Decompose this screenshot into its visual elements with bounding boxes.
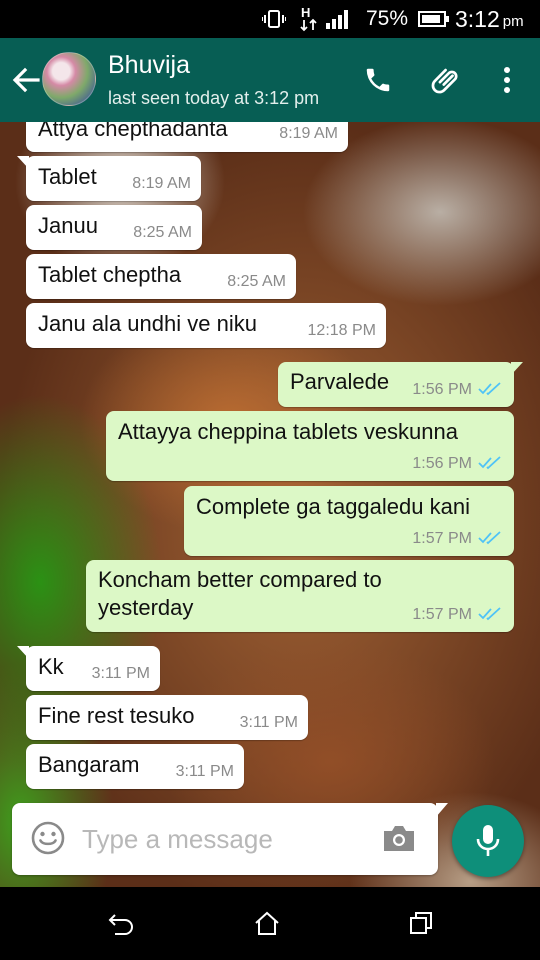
system-nav-bar <box>0 887 540 960</box>
battery-icon <box>418 0 450 38</box>
nav-home-icon <box>255 911 279 935</box>
read-ticks-icon <box>478 531 501 545</box>
read-ticks-icon <box>478 607 501 621</box>
chat-area[interactable]: Attya chepthadanta 8:19 AM Tablet 8:19 A… <box>0 122 540 887</box>
read-ticks-icon <box>478 456 501 470</box>
message-text: Kk <box>38 654 64 679</box>
clock-suffix: pm <box>502 13 524 30</box>
data-type-label: H <box>301 5 310 20</box>
message-text: Koncham better compared to <box>98 567 382 592</box>
phone-icon <box>366 68 390 92</box>
bubble-tail <box>511 362 523 375</box>
message-input-box[interactable] <box>12 803 448 875</box>
message-incoming[interactable]: Januu 8:25 AM <box>26 205 202 250</box>
vibrate-icon <box>262 0 286 38</box>
message-time: 3:11 PM <box>239 714 298 731</box>
message-text: Tablet cheptha <box>38 262 182 287</box>
message-text: Januu <box>38 213 98 238</box>
read-ticks-icon <box>478 382 501 396</box>
clock: 3:12 pm <box>455 0 524 38</box>
message-text: Fine rest tesuko <box>38 703 195 728</box>
mic-button[interactable] <box>452 805 524 877</box>
message-outgoing[interactable]: Complete ga taggaledu kani 1:57 PM <box>184 486 514 556</box>
message-text: Attayya cheppina tablets veskunna <box>118 419 459 444</box>
message-time: 1:57 PM <box>412 606 472 623</box>
more-options-button[interactable] <box>485 58 529 102</box>
message-text: Bangaram <box>38 752 140 777</box>
message-time: 8:19 AM <box>132 175 191 192</box>
message-incoming[interactable]: Janu ala undhi ve niku 12:18 PM <box>26 303 386 348</box>
message-time: 8:25 AM <box>133 224 192 241</box>
nav-home-button[interactable] <box>247 905 287 941</box>
message-time: 12:18 PM <box>307 322 376 339</box>
nav-back-button[interactable] <box>101 905 141 941</box>
message-outgoing[interactable]: Parvalede 1:56 PM <box>278 362 523 407</box>
message-incoming[interactable]: Tablet cheptha 8:25 AM <box>26 254 296 299</box>
message-outgoing[interactable]: Koncham better compared to yesterday 1:5… <box>86 560 514 632</box>
call-button[interactable] <box>356 58 400 102</box>
attach-button[interactable] <box>425 58 469 102</box>
message-time: 1:56 PM <box>412 455 472 472</box>
message-text: Attya chepthadanta <box>38 122 228 141</box>
back-arrow-icon <box>12 67 40 93</box>
emoji-button[interactable] <box>30 820 68 858</box>
message-text-line2: yesterday <box>98 595 194 620</box>
message-time: 3:11 PM <box>91 665 150 682</box>
clock-time: 3:12 <box>455 5 500 32</box>
camera-button[interactable] <box>382 823 418 855</box>
message-time: 8:25 AM <box>227 273 286 290</box>
message-incoming[interactable]: Kk 3:11 PM <box>17 646 160 691</box>
message-input[interactable] <box>82 817 372 861</box>
composer <box>0 803 540 887</box>
message-text: Parvalede <box>290 369 390 394</box>
message-incoming[interactable]: Fine rest tesuko 3:11 PM <box>26 695 308 740</box>
battery-percent: 75% <box>366 7 409 30</box>
message-outgoing[interactable]: Attayya cheppina tablets veskunna 1:56 P… <box>106 411 514 481</box>
contact-name[interactable]: Bhuvija <box>108 51 190 80</box>
message-text: Tablet <box>38 164 97 189</box>
nav-recents-button[interactable] <box>401 905 441 941</box>
nav-back-icon <box>108 914 133 935</box>
message-incoming[interactable]: Attya chepthadanta 8:19 AM <box>26 122 348 152</box>
last-seen-status: last seen today at 3:12 pm <box>108 88 320 108</box>
message-incoming[interactable]: Bangaram 3:11 PM <box>26 744 244 789</box>
avatar[interactable] <box>42 52 96 106</box>
message-time: 3:11 PM <box>175 763 234 780</box>
message-incoming[interactable]: Tablet 8:19 AM <box>17 156 201 201</box>
camera-icon <box>384 826 414 851</box>
back-button[interactable] <box>6 58 46 102</box>
message-time: 1:56 PM <box>412 381 472 398</box>
signal-icon <box>326 0 352 38</box>
message-text: Complete ga taggaledu kani <box>196 494 470 519</box>
nav-recents-icon <box>410 912 432 934</box>
input-tail <box>436 803 448 817</box>
status-bar: H 75% 3:12 pm <box>0 0 540 38</box>
message-text: Janu ala undhi ve niku <box>38 311 257 336</box>
mic-icon <box>476 825 500 856</box>
message-time: 8:19 AM <box>279 125 338 142</box>
data-hplus-icon: H <box>298 0 322 38</box>
chat-header: Bhuvija last seen today at 3:12 pm <box>0 38 540 122</box>
message-time: 1:57 PM <box>412 530 472 547</box>
bubble-tail <box>17 646 29 659</box>
emoji-icon <box>31 821 65 855</box>
more-vert-icon <box>504 67 510 93</box>
paperclip-icon <box>431 68 458 94</box>
bubble-tail <box>17 156 29 169</box>
